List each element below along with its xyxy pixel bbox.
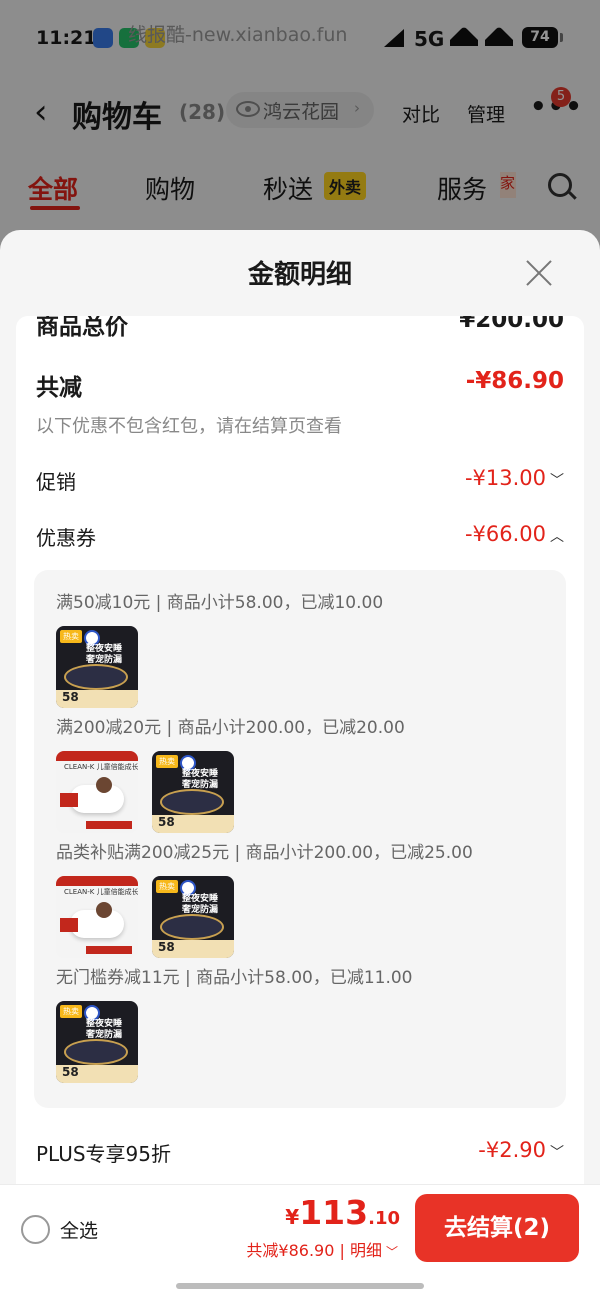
goods-total-label: 商品总价 [36, 316, 128, 340]
total-price-integer: 113 [299, 1193, 369, 1232]
total-reduction-value: -¥86.90 [465, 368, 564, 394]
saved-detail-toggle[interactable]: 共减¥86.90 | 明细 ﹀ [246, 1237, 398, 1261]
coupon-rule-text: 满200减20元 | 商品小计200.00，已减20.00 [56, 718, 405, 738]
product-thumbnail[interactable]: 热卖 整夜安睡 奢宠防漏 58 [152, 876, 234, 958]
goods-total-value: ¥200.00 [459, 316, 564, 333]
chevron-up-icon: ︿ [550, 529, 564, 545]
sheet-title: 金额明细 [247, 260, 352, 290]
promotion-label: 促销 [36, 470, 76, 494]
product-price: 58 [158, 815, 175, 829]
product-thumbnail[interactable]: CLEAN-K 儿童倍能成长裤 [56, 751, 138, 833]
currency-symbol: ¥ [285, 1205, 300, 1229]
close-icon[interactable] [524, 258, 554, 288]
plus-discount-label: PLUS专享95折 [36, 1142, 171, 1166]
amount-detail-sheet: 金额明细 商品总价 ¥200.00 共减 -¥86.90 以下优惠不包含红包，请… [0, 230, 600, 1302]
checkout-bar: 全选 ¥113.10 共减¥86.90 | 明细 ﹀ 去结算(2) [0, 1184, 600, 1303]
amount-detail-card: 商品总价 ¥200.00 共减 -¥86.90 以下优惠不包含红包，请在结算页查… [16, 316, 584, 1186]
promotion-row-toggle[interactable]: -¥13.00 ﹀ [465, 466, 564, 490]
chevron-down-icon: ﹀ [385, 1245, 398, 1259]
product-caption: 整夜安睡 奢宠防漏 [86, 644, 123, 665]
coupon-detail-box: 满50减10元 | 商品小计58.00，已减10.00 热卖 整夜安睡 奢宠防漏 … [34, 570, 566, 1108]
hot-tag: 热卖 [60, 630, 82, 643]
select-all-label[interactable]: 全选 [60, 1216, 98, 1243]
reduction-note: 以下优惠不包含红包，请在结算页查看 [36, 416, 342, 437]
product-thumbnail[interactable]: CLEAN-K 儿童倍能成长裤 [56, 876, 138, 958]
product-thumbnail[interactable]: 热卖 整夜安睡 奢宠防漏 58 [152, 751, 234, 833]
promotion-value: -¥13.00 [464, 466, 546, 490]
total-price-decimal: .10 [368, 1208, 400, 1229]
coupon-rule-text: 无门槛券减11元 | 商品小计58.00，已减11.00 [56, 968, 413, 988]
product-thumbnail[interactable]: 热卖 整夜安睡 奢宠防漏 58 [56, 626, 138, 708]
coupon-rule-text: 品类补贴满200减25元 | 商品小计200.00，已减25.00 [56, 843, 473, 863]
select-all-checkbox[interactable] [21, 1215, 50, 1244]
total-reduction-label: 共减 [36, 375, 82, 401]
coupon-row-toggle[interactable]: -¥66.00 ︿ [465, 522, 564, 546]
coupon-label: 优惠券 [36, 526, 96, 550]
checkout-button[interactable]: 去结算(2) [415, 1194, 579, 1262]
product-price: 58 [62, 1065, 79, 1079]
plus-row-toggle[interactable]: -¥2.90 ﹀ [478, 1138, 564, 1162]
product-thumbnail[interactable]: 热卖 整夜安睡 奢宠防漏 58 [56, 1001, 138, 1083]
product-price: 58 [62, 690, 79, 704]
home-indicator[interactable] [176, 1283, 424, 1289]
coupon-value: -¥66.00 [464, 522, 546, 546]
product-price: 58 [158, 940, 175, 954]
plus-discount-value: -¥2.90 [478, 1138, 546, 1162]
chevron-down-icon: ﹀ [550, 1145, 564, 1161]
chevron-down-icon: ﹀ [550, 473, 564, 489]
coupon-rule-text: 满50减10元 | 商品小计58.00，已减10.00 [56, 593, 384, 613]
total-price: ¥113.10 [285, 1193, 400, 1232]
saved-text: 共减¥86.90 | 明细 [246, 1241, 382, 1260]
product-brand: CLEAN-K 儿童倍能成长裤 [64, 763, 138, 771]
